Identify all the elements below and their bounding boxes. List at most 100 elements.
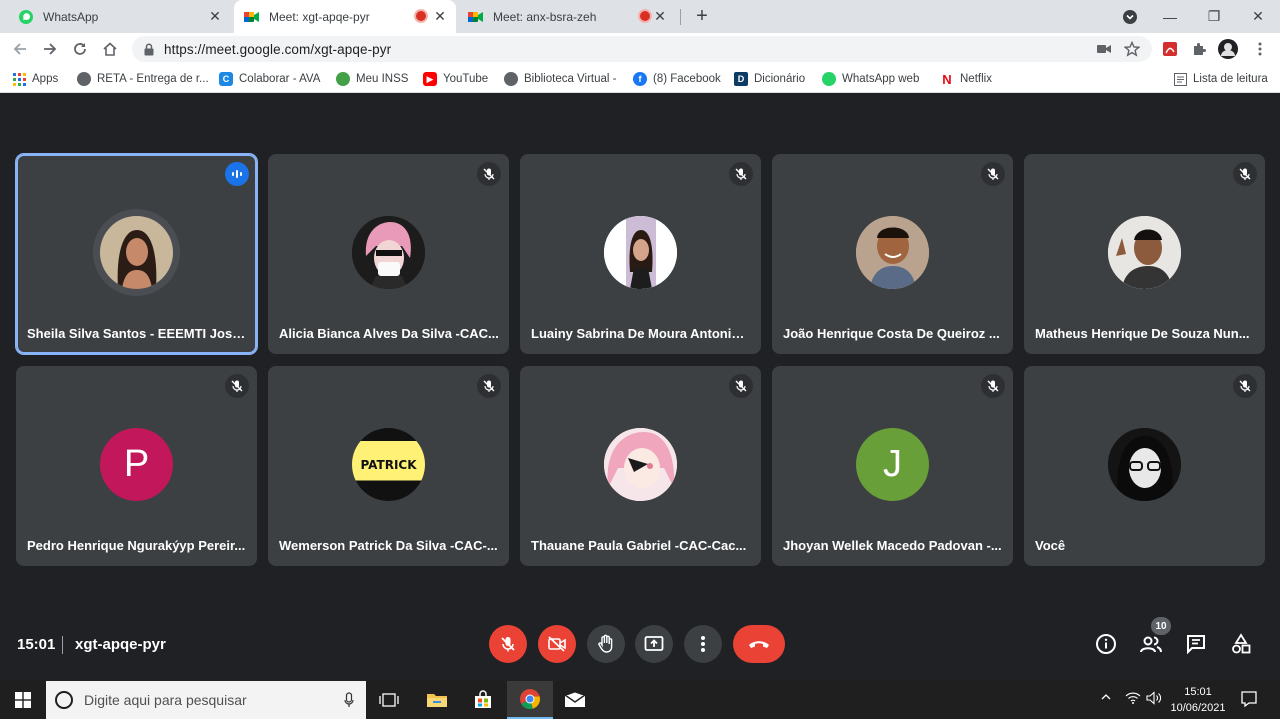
cortana-icon <box>55 691 73 709</box>
close-tab-icon[interactable]: ✕ <box>207 8 223 24</box>
present-screen-button[interactable] <box>635 625 673 663</box>
inss-icon <box>336 72 350 86</box>
close-window-button[interactable]: ✕ <box>1236 0 1280 33</box>
bookmark-youtube[interactable]: ▶ YouTube <box>423 71 488 87</box>
file-explorer-button[interactable] <box>414 681 460 719</box>
bookmark-whatsapp-web[interactable]: WhatsApp web <box>822 71 919 87</box>
participant-name: Você <box>1035 538 1066 553</box>
info-icon <box>1096 634 1116 654</box>
lock-icon[interactable] <box>142 42 156 56</box>
more-options-button[interactable] <box>684 625 722 663</box>
show-hidden-icons-chevron-up-icon[interactable] <box>1100 691 1112 706</box>
avatar-text: PATRICK <box>360 457 417 472</box>
bookmark-label: Biblioteca Virtual - <box>524 73 617 85</box>
more-vertical-icon <box>701 636 705 652</box>
chrome-taskbar-button[interactable] <box>507 681 553 719</box>
minimize-button[interactable]: — <box>1148 0 1192 33</box>
bookmark-facebook[interactable]: f (8) Facebook <box>633 71 721 87</box>
participant-tile[interactable]: Luainy Sabrina De Moura Antonio ... <box>520 154 761 354</box>
apps-grid-icon <box>12 72 26 86</box>
tab-meet-xgt-apqe-pyr[interactable]: Meet: xgt-apqe-pyr ✕ <box>234 0 456 33</box>
bookmark-netflix[interactable]: N Netflix <box>940 71 992 87</box>
pdf-extension-icon[interactable] <box>1160 39 1180 59</box>
mic-toggle-button[interactable] <box>489 625 527 663</box>
activities-button[interactable] <box>1228 631 1254 657</box>
close-tab-icon[interactable]: ✕ <box>432 8 448 24</box>
reload-button[interactable] <box>68 37 92 61</box>
windows-taskbar: Digite aqui para pesquisar 15:01 10/06/2… <box>0 681 1280 719</box>
participant-tile[interactable]: Você <box>1024 366 1265 566</box>
bookmark-apps[interactable]: Apps <box>12 71 58 87</box>
camera-in-use-icon[interactable] <box>1094 39 1114 59</box>
bookmark-meu-inss[interactable]: Meu INSS <box>336 71 408 87</box>
participant-avatar: J <box>856 428 929 501</box>
chat-button[interactable] <box>1183 631 1209 657</box>
bookmark-label: Lista de leitura <box>1193 73 1268 85</box>
taskbar-time: 15:01 <box>1184 686 1212 698</box>
forward-button[interactable] <box>38 37 62 61</box>
participant-name: Luainy Sabrina De Moura Antonio ... <box>531 326 751 341</box>
taskbar-clock[interactable]: 15:01 10/06/2021 <box>1168 684 1228 716</box>
participant-avatar: P <box>100 428 173 501</box>
taskbar-search-box[interactable]: Digite aqui para pesquisar <box>46 681 366 719</box>
tab-search-button[interactable] <box>1108 0 1152 33</box>
more-menu-icon[interactable] <box>1250 39 1270 59</box>
participant-name: Wemerson Patrick Da Silva -CAC-... <box>279 538 498 553</box>
netflix-icon: N <box>942 71 952 87</box>
profile-avatar[interactable] <box>1218 39 1238 59</box>
participant-name: Sheila Silva Santos - EEEMTI Josin... <box>27 326 247 341</box>
raise-hand-button[interactable] <box>587 625 625 663</box>
taskbar-date: 10/06/2021 <box>1170 702 1226 714</box>
leave-call-button[interactable] <box>733 625 785 663</box>
back-button[interactable] <box>8 37 32 61</box>
bookmark-reading-list[interactable]: Lista de leitura <box>1173 71 1268 87</box>
bookmark-label: YouTube <box>443 73 489 85</box>
participant-tile[interactable]: João Henrique Costa De Queiroz ... <box>772 154 1013 354</box>
close-tab-icon[interactable]: ✕ <box>652 8 668 24</box>
tab-title: Meet: xgt-apqe-pyr <box>269 9 370 24</box>
bookmark-colaborar[interactable]: C Colaborar - AVA <box>219 71 320 87</box>
restore-button[interactable]: ❐ <box>1192 0 1236 33</box>
participant-tile[interactable]: Matheus Henrique De Souza Nun... <box>1024 154 1265 354</box>
task-view-button[interactable] <box>366 681 412 719</box>
bookmark-dicionario[interactable]: D Dicionário <box>734 71 805 87</box>
people-icon <box>1140 636 1162 653</box>
youtube-icon: ▶ <box>423 72 437 86</box>
participant-tile[interactable]: Thauane Paula Gabriel -CAC-Cac... <box>520 366 761 566</box>
microphone-icon[interactable] <box>344 692 354 713</box>
participant-avatar: PATRICK <box>352 428 425 501</box>
bookmark-label: Meu INSS <box>356 73 409 85</box>
participant-tile[interactable]: J Jhoyan Wellek Macedo Padovan -... <box>772 366 1013 566</box>
mail-button[interactable] <box>552 681 598 719</box>
dicionario-icon: D <box>734 72 748 86</box>
start-button[interactable] <box>0 681 46 719</box>
participant-avatar <box>352 216 425 289</box>
bookmark-star-icon[interactable] <box>1122 39 1142 59</box>
mic-off-icon <box>1233 374 1257 398</box>
extensions-puzzle-icon[interactable] <box>1189 39 1209 59</box>
participant-tile[interactable]: Sheila Silva Santos - EEEMTI Josin... <box>16 154 257 354</box>
camera-toggle-button[interactable] <box>538 625 576 663</box>
recording-indicator-icon <box>416 11 426 21</box>
bookmark-label: RETA - Entrega de r... <box>97 73 209 85</box>
microsoft-store-button[interactable] <box>460 681 506 719</box>
meeting-code: xgt-apqe-pyr <box>75 636 166 653</box>
participant-tile[interactable]: Alicia Bianca Alves Da Silva -CAC... <box>268 154 509 354</box>
new-tab-button[interactable]: + <box>692 6 712 26</box>
colaborar-icon: C <box>219 72 233 86</box>
home-button[interactable] <box>98 37 122 61</box>
meeting-details-button[interactable] <box>1093 631 1119 657</box>
wifi-icon[interactable] <box>1125 691 1141 708</box>
participant-tile[interactable]: P Pedro Henrique Ngurakýyp Pereir... <box>16 366 257 566</box>
bookmark-biblioteca[interactable]: Biblioteca Virtual - <box>504 71 616 87</box>
participant-tile[interactable]: PATRICK Wemerson Patrick Da Silva -CAC-.… <box>268 366 509 566</box>
tab-meet-anx-bsra-zeh[interactable]: Meet: anx-bsra-zeh ✕ <box>458 0 680 33</box>
notifications-icon[interactable] <box>1240 690 1258 711</box>
address-bar[interactable]: https://meet.google.com/xgt-apqe-pyr <box>132 36 1152 62</box>
volume-icon[interactable] <box>1146 691 1162 708</box>
bookmark-reta[interactable]: RETA - Entrega de r... <box>77 71 209 87</box>
tab-whatsapp[interactable]: WhatsApp ✕ <box>0 0 232 33</box>
tab-separator <box>680 9 681 25</box>
present-icon <box>644 636 664 651</box>
mic-off-icon <box>981 374 1005 398</box>
